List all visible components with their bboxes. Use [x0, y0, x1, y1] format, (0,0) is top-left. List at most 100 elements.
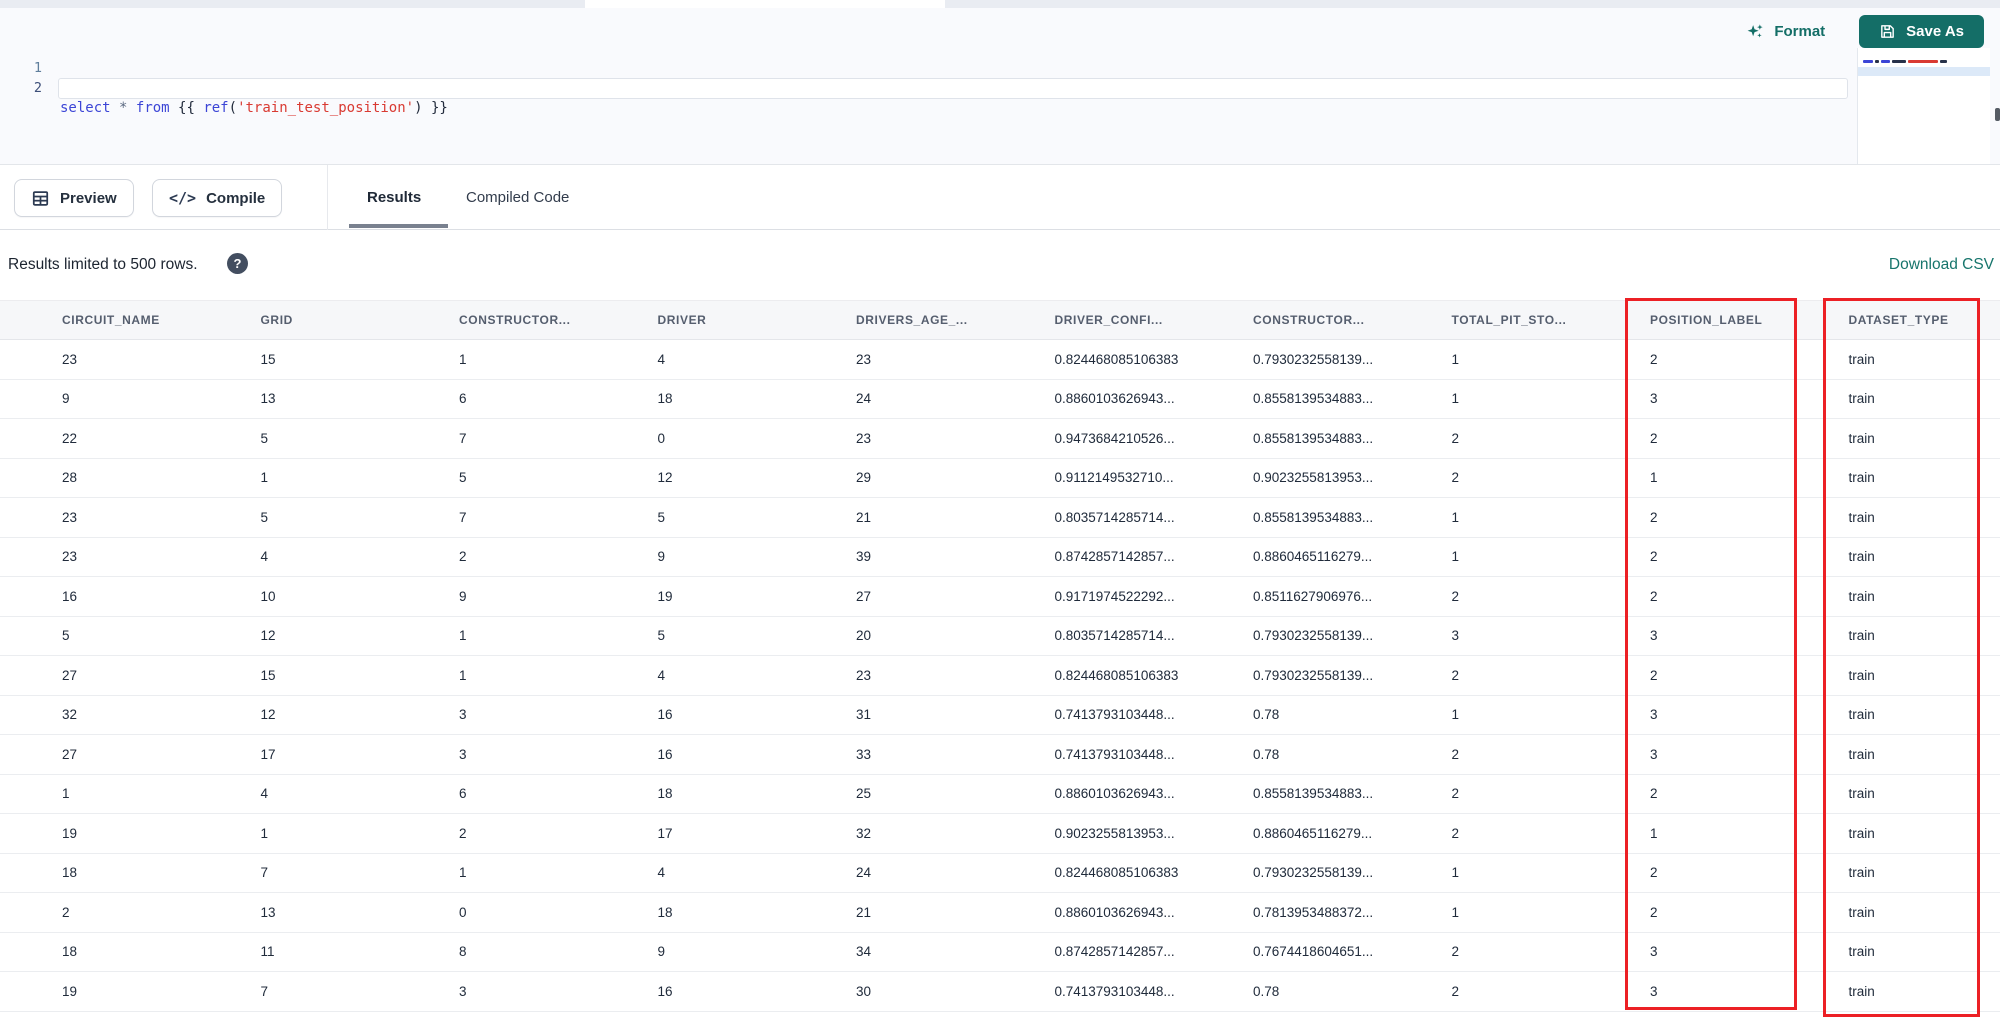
cell: 2 [1650, 786, 1658, 802]
cell: train [1848, 391, 1875, 407]
line-number: 1 [33, 60, 42, 76]
cell: 0.7674418604651... [1253, 944, 1374, 960]
line-number: 2 [33, 80, 42, 96]
cell: 0.9023255813953... [1054, 825, 1175, 841]
cell: 18 [62, 865, 78, 881]
cell: 18 [657, 904, 673, 920]
cell: 0.78 [1253, 707, 1280, 723]
cell: 0.824468085106383 [1054, 667, 1179, 683]
code-editor-input[interactable]: select * from {{ ref('train_test_positio… [60, 58, 1850, 158]
cell: 7 [459, 430, 467, 446]
cell: 18 [657, 391, 673, 407]
minimap-viewport[interactable] [1858, 67, 1990, 76]
code-token: select [60, 100, 111, 116]
cell: train [1848, 667, 1875, 683]
cell: 0.8860465116279... [1253, 549, 1373, 565]
table-row: 23 5 7 5 21 0.8035714285714... 0.8558139534883… [0, 498, 2000, 538]
cell: 9 [657, 944, 666, 960]
cell: 0.8742857142857... [1054, 549, 1175, 565]
cell: 0.9171974522292... [1054, 588, 1175, 604]
cell: 17 [260, 746, 276, 762]
cell: 1 [1451, 865, 1460, 881]
cell: 29 [856, 470, 872, 486]
sql-editor-panel[interactable]: Format Save As 1 2 select * from {{ ref(… [0, 8, 2000, 164]
cell: 3 [1451, 628, 1460, 644]
cell: 2 [1451, 786, 1460, 802]
code-token: ( [228, 100, 238, 116]
cell: 0.7413793103448... [1054, 746, 1175, 762]
table-row: 22 5 7 0 23 0.9473684210526... 0.8558139534883… [0, 419, 2000, 459]
cell: 16 [657, 983, 673, 999]
cell: 33 [856, 746, 872, 762]
cell: 0.8860103626943... [1054, 391, 1175, 407]
compile-label: Compile [206, 189, 266, 207]
cell: train [1848, 509, 1875, 525]
cell: 5 [459, 470, 467, 486]
cell: 0 [657, 430, 666, 446]
download-csv-link[interactable]: Download CSV [1889, 256, 1994, 274]
column-header: GRID [260, 313, 293, 327]
help-icon[interactable]: ? [227, 253, 248, 274]
cell: 10 [260, 588, 276, 604]
cell: train [1848, 904, 1875, 920]
cell: 6 [459, 786, 467, 802]
column-header: TOTAL_PIT_STO... [1451, 313, 1567, 327]
cell: 39 [856, 549, 872, 565]
cell: 1 [260, 825, 269, 841]
cell: 32 [62, 707, 78, 723]
cell: 23 [856, 351, 872, 367]
table-row: 18 7 1 4 24 0.824468085106383 0.7930232558139.… [0, 853, 2000, 893]
cell: 5 [657, 628, 666, 644]
cell: 15 [260, 667, 276, 683]
cell: 0.7930232558139... [1253, 628, 1374, 644]
cell: 34 [856, 944, 872, 960]
save-as-button[interactable]: Save As [1859, 14, 1984, 48]
cell: 3 [1650, 983, 1658, 999]
editor-minimap[interactable] [1857, 48, 2000, 164]
cell: 0.8035714285714... [1054, 628, 1175, 644]
column-header: POSITION_LABEL [1650, 313, 1763, 327]
column-header: DATASET_TYPE [1848, 313, 1949, 327]
cell: 4 [260, 786, 269, 802]
cell: 2 [1650, 904, 1658, 920]
cell: train [1848, 746, 1875, 762]
code-token: ) [414, 100, 423, 116]
cell: 16 [657, 707, 673, 723]
cell: 2 [62, 904, 70, 920]
cell: 0.8511627906976... [1253, 588, 1373, 604]
cell: 2 [1650, 430, 1658, 446]
tab-results[interactable]: Results [367, 165, 421, 230]
code-brackets-icon: </> [169, 189, 197, 207]
cell: 0.7930232558139... [1253, 865, 1374, 881]
table-row: 27 15 1 4 23 0.824468085106383 0.7930232558139… [0, 656, 2000, 696]
active-tab-strip [585, 0, 945, 8]
cell: 1 [459, 351, 467, 367]
tab-compiled-code[interactable]: Compiled Code [466, 165, 569, 230]
cell: 0.824468085106383 [1054, 351, 1179, 367]
table-row: 18 11 8 9 34 0.8742857142857... 0.767441860465… [0, 932, 2000, 972]
table-row: 16 10 9 19 27 0.9171974522292... 0.85116279069… [0, 577, 2000, 617]
preview-label: Preview [60, 189, 117, 207]
cell: 22 [62, 430, 78, 446]
cell: 0.8558139534883... [1253, 430, 1374, 446]
cell: 7 [260, 865, 269, 881]
format-button[interactable]: Format [1746, 22, 1825, 41]
cell: 7 [459, 509, 467, 525]
cell: 20 [856, 628, 872, 644]
table-row: 2 13 0 18 21 0.8860103626943... 0.781395348837… [0, 893, 2000, 933]
browser-tab-strip [0, 0, 2000, 8]
cell: 0.8742857142857... [1054, 944, 1175, 960]
cell: 13 [260, 391, 276, 407]
cell: 5 [657, 509, 666, 525]
scrollbar-thumb[interactable] [1995, 108, 2000, 121]
preview-button[interactable]: Preview [14, 179, 134, 217]
cell: 27 [856, 588, 872, 604]
cell: 9 [657, 549, 666, 565]
table-row: 19 1 2 17 32 0.9023255813953... 0.886046511627… [0, 814, 2000, 854]
compile-button[interactable]: </> Compile [152, 179, 283, 217]
cell: 27 [62, 667, 78, 683]
cell: 3 [1650, 746, 1658, 762]
cell: 2 [459, 825, 467, 841]
cell: 2 [1451, 944, 1460, 960]
